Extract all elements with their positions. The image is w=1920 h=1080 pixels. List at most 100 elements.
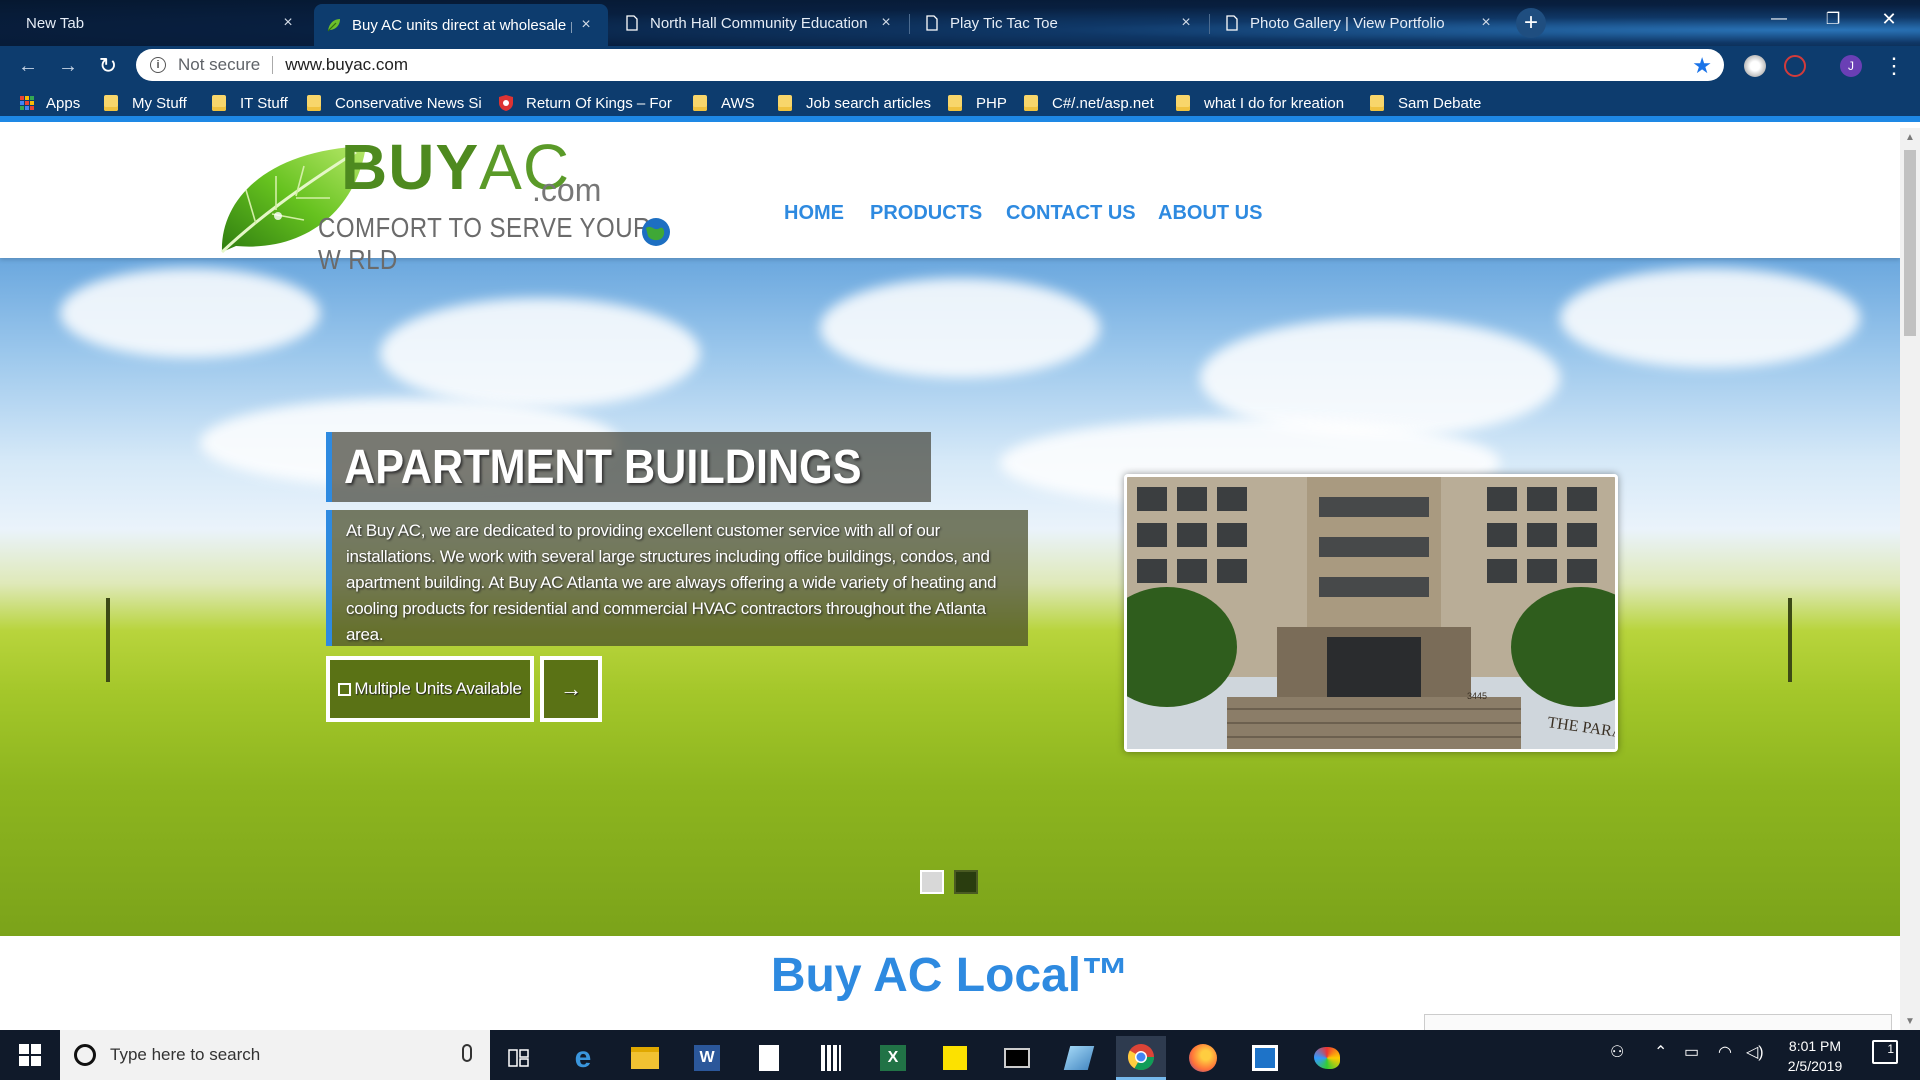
back-button[interactable]: ← — [14, 52, 42, 80]
page-icon — [1226, 15, 1238, 31]
tab-buyac[interactable]: Buy AC units direct at wholesale p × — [314, 4, 608, 46]
sticky-notes-icon[interactable] — [930, 1036, 980, 1080]
scrollbar-thumb[interactable] — [1904, 150, 1916, 336]
system-clock[interactable]: 8:01 PM 2/5/2019 — [1760, 1036, 1870, 1076]
logo-domain-text: .com — [532, 172, 602, 208]
paint-3d-icon[interactable] — [1054, 1036, 1104, 1080]
tab-label: Play Tic Tac Toe — [950, 14, 1058, 32]
url-text[interactable]: www.buyac.com — [285, 55, 408, 75]
people-icon[interactable]: ⚇ — [1610, 1042, 1624, 1062]
bookmark-folder[interactable]: PHP — [948, 93, 1007, 113]
bookmark-folder[interactable]: what I do for kreation — [1176, 93, 1344, 113]
cloud — [60, 268, 320, 358]
firefox-icon[interactable] — [1178, 1036, 1228, 1080]
taskbar-search[interactable]: Type here to search — [60, 1030, 490, 1080]
close-icon[interactable]: × — [280, 14, 296, 32]
nav-about-us[interactable]: ABOUT US — [1158, 202, 1262, 225]
cloud — [380, 298, 700, 408]
bookmark-folder[interactable]: Conservative News Si — [307, 93, 482, 113]
close-icon[interactable]: × — [878, 14, 894, 32]
address-bar[interactable]: i Not secure www.buyac.com ★ — [136, 49, 1724, 81]
scroll-up-icon[interactable]: ▲ — [1900, 128, 1920, 146]
multiple-units-button[interactable]: Multiple Units Available — [326, 656, 534, 722]
notepad-icon[interactable] — [744, 1036, 794, 1080]
nav-home[interactable]: HOME — [784, 202, 844, 225]
bookmark-folder[interactable]: Job search articles — [778, 93, 931, 113]
logo-tagline: COMFORT TO SERVE YOUR W RLD — [318, 212, 651, 275]
battery-icon[interactable]: ▭ — [1684, 1042, 1699, 1062]
bookmark-star-icon[interactable]: ★ — [1692, 53, 1712, 79]
bookmark-folder[interactable]: C#/.net/asp.net — [1024, 93, 1154, 113]
tab-label: New Tab — [26, 14, 85, 32]
minimize-button[interactable]: — — [1756, 0, 1802, 38]
folder-icon — [1024, 95, 1038, 111]
building-illustration: THE PARAMOUNT 3445 — [1127, 477, 1615, 749]
chrome-icon[interactable] — [1116, 1036, 1166, 1080]
hero-title-box: APARTMENT BUILDINGS — [326, 432, 932, 502]
clock-date: 2/5/2019 — [1787, 1058, 1843, 1074]
forward-button[interactable]: → — [54, 52, 82, 80]
vertical-scrollbar[interactable]: ▲ ▼ — [1900, 128, 1920, 1030]
browser-toolbar: ← → ↻ i Not secure www.buyac.com ★ J ⋮ — [0, 46, 1920, 84]
excel-icon[interactable]: X — [868, 1036, 918, 1080]
start-button[interactable] — [0, 1030, 60, 1080]
blocker-extension-icon[interactable] — [1784, 55, 1806, 77]
tab-photo-gallery[interactable]: Photo Gallery | View Portfolio × — [1212, 4, 1508, 42]
microphone-icon[interactable] — [462, 1044, 472, 1062]
calculator-icon[interactable] — [806, 1036, 856, 1080]
search-placeholder: Type here to search — [110, 1045, 261, 1064]
nav-products[interactable]: PRODUCTS — [870, 202, 982, 225]
command-prompt-icon[interactable] — [992, 1036, 1042, 1080]
hero-next-button[interactable]: → — [540, 656, 602, 722]
edge-icon[interactable]: e — [558, 1036, 608, 1080]
slider-dot-1[interactable] — [920, 870, 944, 894]
reload-button[interactable]: ↻ — [94, 52, 122, 80]
clock-time: 8:01 PM — [1788, 1038, 1842, 1054]
apps-icon — [20, 96, 34, 110]
folder-icon — [693, 95, 707, 111]
app-icon[interactable] — [1240, 1036, 1290, 1080]
security-status[interactable]: Not secure — [178, 55, 260, 75]
building-number-text: 3445 — [1467, 691, 1487, 701]
bookmark-folder[interactable]: Sam Debate — [1370, 93, 1481, 113]
scroll-down-icon[interactable]: ▼ — [1900, 1012, 1920, 1030]
profile-avatar[interactable]: J — [1840, 55, 1862, 77]
tab-new-tab[interactable]: New Tab × — [10, 4, 310, 42]
close-icon[interactable]: × — [1478, 14, 1494, 32]
bookmark-folder[interactable]: AWS — [693, 93, 755, 113]
wifi-icon[interactable]: ◠ — [1718, 1042, 1732, 1062]
globe-icon — [642, 218, 670, 246]
file-explorer-icon[interactable] — [620, 1036, 670, 1080]
windows-taskbar: Type here to search e W X ⚇ ⌃ ▭ ◠ ◁) 8:0… — [0, 1030, 1920, 1080]
bookmark-folder[interactable]: My Stuff — [104, 93, 187, 113]
site-logo[interactable]: BUYAC .com COMFORT TO SERVE YOUR W RLD — [216, 131, 716, 275]
restore-button[interactable]: ❐ — [1810, 0, 1856, 38]
slider-next-arrow[interactable] — [1788, 598, 1792, 682]
show-hidden-icons[interactable]: ⌃ — [1654, 1042, 1667, 1062]
bookmark-label: Conservative News Si — [335, 94, 482, 112]
paint-icon[interactable] — [1302, 1036, 1352, 1080]
close-icon[interactable]: × — [1178, 14, 1194, 32]
word-icon[interactable]: W — [682, 1036, 732, 1080]
tab-tic-tac-toe[interactable]: Play Tic Tac Toe × — [912, 4, 1208, 42]
nav-contact-us[interactable]: CONTACT US — [1006, 202, 1136, 225]
bookmark-apps[interactable]: Apps — [20, 93, 80, 113]
slider-dot-2[interactable] — [954, 870, 978, 894]
close-icon[interactable]: × — [578, 16, 594, 34]
bookmark-folder[interactable]: IT Stuff — [212, 93, 288, 113]
tab-north-hall[interactable]: North Hall Community Education × — [612, 4, 908, 42]
notification-center-icon[interactable]: 1 — [1872, 1040, 1898, 1064]
cloud — [820, 278, 1100, 378]
info-icon[interactable]: i — [150, 57, 166, 73]
close-window-button[interactable]: ✕ — [1866, 0, 1912, 38]
new-tab-button[interactable]: + — [1516, 8, 1546, 38]
slider-prev-arrow[interactable] — [106, 598, 110, 682]
task-view-icon[interactable] — [494, 1036, 544, 1080]
hero-description: At Buy AC, we are dedicated to providing… — [326, 510, 1028, 646]
cortana-icon — [74, 1044, 96, 1066]
bookmark-link[interactable]: Return Of Kings – For — [498, 93, 672, 113]
bookmark-label: Job search articles — [806, 94, 932, 112]
extension-icon[interactable] — [1744, 55, 1766, 77]
menu-icon[interactable]: ⋮ — [1880, 52, 1908, 80]
hero-slider: APARTMENT BUILDINGS At Buy AC, we are de… — [0, 258, 1900, 936]
